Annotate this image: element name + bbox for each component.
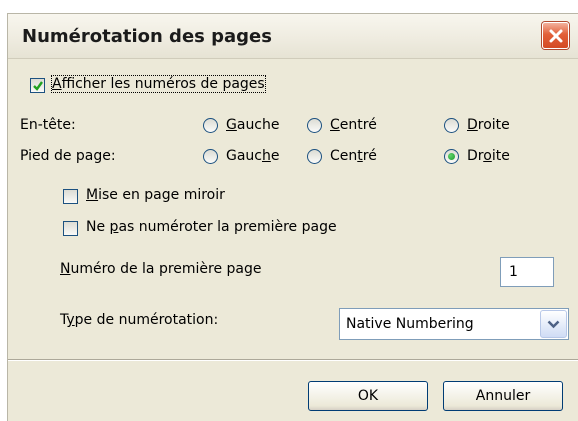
- footer-right-radio[interactable]: [444, 149, 459, 164]
- header-right-radio[interactable]: [444, 118, 459, 133]
- ok-button[interactable]: OK: [308, 381, 428, 411]
- header-left-label[interactable]: Gauche: [226, 117, 280, 133]
- title-bar[interactable]: Numérotation des pages: [8, 14, 578, 59]
- skip-first-page-checkbox[interactable]: [63, 221, 78, 236]
- numbering-type-select[interactable]: Native Numbering: [339, 308, 569, 340]
- separator-highlight: [8, 360, 578, 361]
- mirror-layout-label[interactable]: Mise en page miroir: [86, 187, 225, 203]
- close-button[interactable]: [542, 22, 569, 49]
- dialog-title: Numérotation des pages: [22, 26, 272, 47]
- cancel-button[interactable]: Annuler: [443, 381, 563, 411]
- footer-label: Pied de page:: [20, 148, 116, 164]
- header-left-radio[interactable]: [203, 118, 218, 133]
- footer-right-label[interactable]: Droite: [467, 148, 510, 164]
- footer-left-label[interactable]: Gauche: [226, 148, 280, 164]
- dropdown-button[interactable]: [540, 310, 567, 338]
- chevron-down-icon: [547, 320, 560, 329]
- page-numbering-dialog: Numérotation des pages Afficher les numé…: [7, 13, 578, 421]
- radio-selected-dot: [448, 153, 455, 160]
- numbering-type-value: Native Numbering: [346, 316, 474, 332]
- checkmark-icon: [33, 81, 43, 91]
- show-page-numbers-checkbox[interactable]: [30, 78, 45, 93]
- footer-center-label[interactable]: Centré: [330, 148, 377, 164]
- skip-first-page-label[interactable]: Ne pas numéroter la première page: [86, 219, 337, 235]
- header-label: En-tête:: [20, 117, 76, 133]
- numbering-type-label: Type de numérotation:: [60, 312, 219, 328]
- mirror-layout-checkbox[interactable]: [63, 189, 78, 204]
- header-right-label[interactable]: Droite: [467, 117, 510, 133]
- show-page-numbers-label[interactable]: Afficher les numéros de pages: [51, 75, 266, 93]
- header-center-label[interactable]: Centré: [330, 117, 377, 133]
- header-center-radio[interactable]: [307, 118, 322, 133]
- footer-left-radio[interactable]: [203, 149, 218, 164]
- first-page-number-label: Numéro de la première page: [60, 261, 262, 277]
- first-page-number-input[interactable]: [500, 257, 554, 287]
- footer-center-radio[interactable]: [307, 149, 322, 164]
